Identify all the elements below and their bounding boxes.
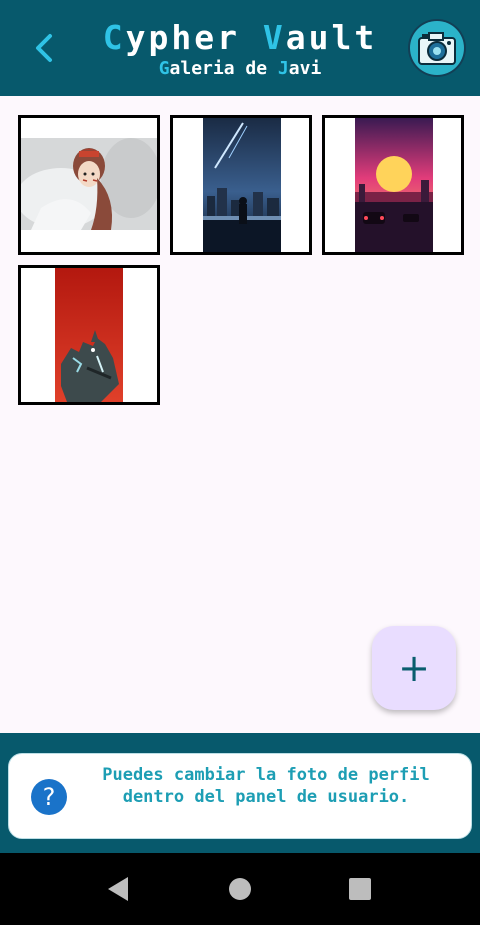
add-photo-button[interactable]: + — [372, 626, 456, 710]
profile-avatar[interactable] — [408, 19, 466, 77]
gallery-photo-1[interactable] — [18, 115, 160, 255]
gallery-photo-4[interactable] — [18, 265, 160, 405]
gallery-subtitle: Galeria de Javi — [158, 58, 322, 79]
photo-synthwave-sunset — [325, 118, 461, 252]
nav-recents-button[interactable] — [340, 869, 380, 909]
home-icon — [229, 878, 251, 900]
system-navbar — [0, 853, 480, 925]
tip-card: ? Puedes cambiar la foto de perfil dentr… — [8, 753, 472, 839]
tip-text: Puedes cambiar la foto de perfil dentro … — [102, 765, 430, 807]
photo-night-city — [173, 118, 309, 252]
nav-home-button[interactable] — [220, 869, 260, 909]
gallery-photo-3[interactable] — [322, 115, 464, 255]
gallery-photo-2[interactable] — [170, 115, 312, 255]
nav-back-button[interactable] — [98, 869, 138, 909]
help-icon: ? — [31, 779, 67, 815]
tip-footer: ? Puedes cambiar la foto de perfil dentr… — [0, 733, 480, 853]
photo-monster-red — [21, 268, 157, 402]
camera-icon — [410, 21, 464, 75]
photo-anime-warrior — [21, 118, 157, 252]
app-header: Cypher Vault Galeria de Javi — [0, 0, 480, 96]
plus-icon: + — [398, 646, 430, 690]
recents-icon — [349, 878, 371, 900]
back-icon — [108, 877, 128, 901]
